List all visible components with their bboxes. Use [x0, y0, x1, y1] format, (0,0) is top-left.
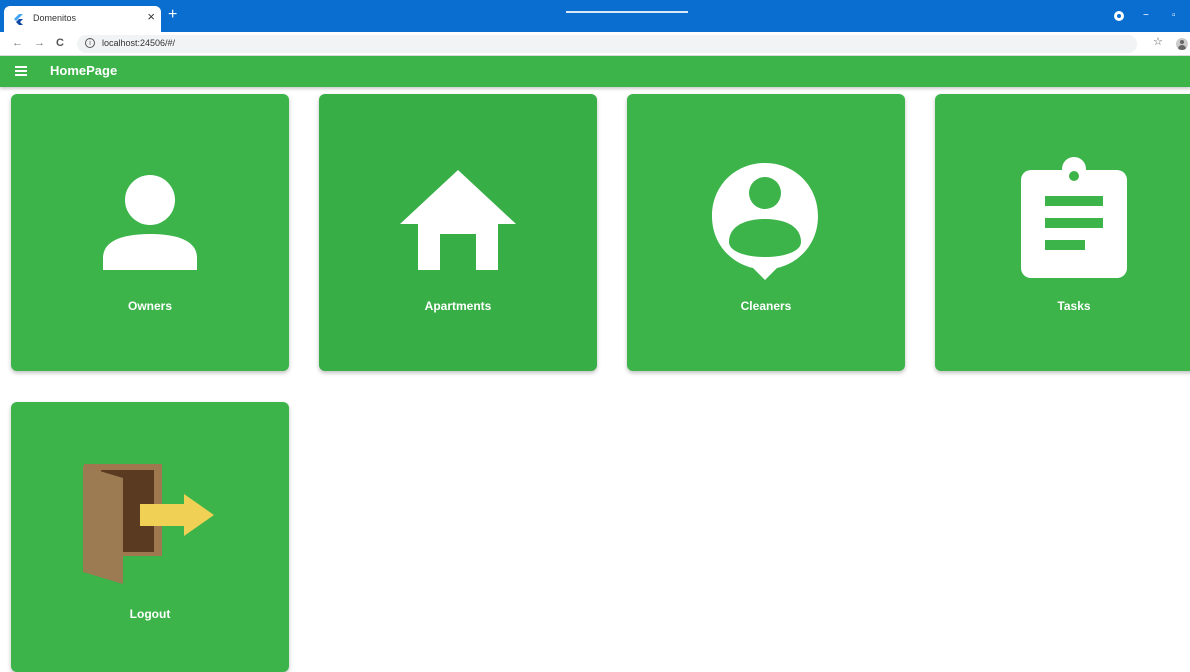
- reload-button[interactable]: C: [56, 37, 64, 49]
- url-input[interactable]: i localhost:24506/#/: [77, 35, 1137, 53]
- url-text[interactable]: localhost:24506/#/: [102, 38, 175, 48]
- clipboard-icon: [1021, 157, 1127, 278]
- browser-tab-strip: Domenitos × + − ▫: [0, 0, 1190, 32]
- tab-strip-drag-area: [566, 11, 688, 13]
- back-button[interactable]: ←: [12, 37, 23, 49]
- new-tab-button[interactable]: +: [168, 6, 177, 24]
- tile-label: Apartments: [424, 299, 492, 313]
- house-icon: [400, 170, 516, 270]
- tile-label: Logout: [129, 607, 171, 621]
- hamburger-menu-icon[interactable]: [15, 66, 27, 76]
- door-exit-icon: [83, 464, 214, 584]
- tile-tasks[interactable]: Tasks: [935, 94, 1190, 371]
- tile-apartments[interactable]: Apartments: [319, 94, 597, 371]
- app-bar: HomePage: [0, 56, 1190, 87]
- browser-tab[interactable]: Domenitos ×: [4, 6, 161, 32]
- restore-button[interactable]: ▫: [1172, 10, 1176, 21]
- tile-label: Cleaners: [740, 299, 792, 313]
- minimize-button[interactable]: −: [1143, 10, 1149, 21]
- forward-button[interactable]: →: [34, 37, 45, 49]
- browser-profile-icon[interactable]: [1114, 11, 1124, 21]
- person-icon: [103, 175, 197, 270]
- page-title: HomePage: [50, 63, 118, 78]
- bookmark-star-icon[interactable]: ☆: [1153, 35, 1163, 48]
- site-info-icon[interactable]: i: [85, 38, 95, 48]
- tab-close-icon[interactable]: ×: [147, 10, 155, 24]
- profile-avatar-icon[interactable]: [1176, 38, 1188, 50]
- flutter-favicon-icon: [14, 14, 23, 25]
- address-bar: ← → C i localhost:24506/#/: [0, 32, 1190, 56]
- tile-label: Tasks: [1057, 299, 1091, 313]
- tile-label: Owners: [127, 299, 172, 313]
- tile-cleaners[interactable]: Cleaners: [627, 94, 905, 371]
- tile-logout[interactable]: Logout: [11, 402, 289, 672]
- person-pin-icon: [712, 163, 818, 280]
- tab-title: Domenitos: [33, 13, 77, 23]
- tile-owners[interactable]: Owners: [11, 94, 289, 371]
